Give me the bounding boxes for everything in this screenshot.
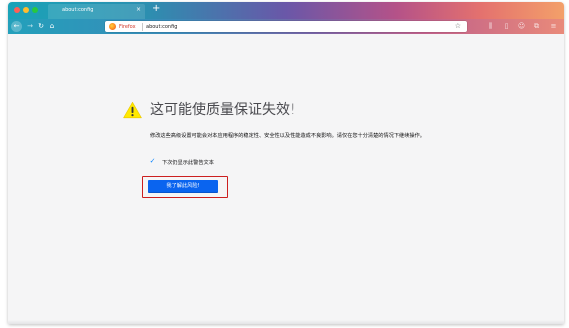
close-window-button[interactable] [14,7,20,13]
menu-icon[interactable]: ≡ [549,22,558,31]
warning-icon [123,101,142,119]
url-bar[interactable]: Firefox about:config ☆ [105,21,467,32]
forward-button[interactable]: → [26,21,34,32]
tab-title: about:config [62,7,94,13]
home-button[interactable]: ⌂ [48,21,56,32]
zoom-window-button[interactable] [32,7,38,13]
tab-close-icon[interactable]: × [136,6,141,13]
navigation-toolbar: ← → ↻ ⌂ Firefox about:config ☆ ⫼ ▯ ☺ ⧉ ≡ [8,19,564,34]
sidebar-icon[interactable]: ▯ [502,22,511,31]
show-warning-checkbox[interactable]: ✓ [149,158,156,165]
account-icon[interactable]: ☺ [517,22,526,31]
warning-description: 修改这些高级设置可能会对本应用程序的稳定性、安全性以及性能造成不良影响。请仅在您… [150,133,425,139]
bottom-edge [8,320,564,324]
url-input[interactable]: about:config [146,24,177,30]
firefox-icon [109,23,116,30]
identity-label[interactable]: Firefox [119,24,136,30]
reload-button[interactable]: ↻ [37,21,45,32]
show-warning-label[interactable]: 下次仍显示此警告文本 [162,159,214,166]
bookmark-star-icon[interactable]: ☆ [455,22,461,30]
extension-icon[interactable]: ⧉ [532,22,541,31]
library-icon[interactable]: ⫼ [486,22,495,31]
page-content: 这可能使质量保证失效! 修改这些高级设置可能会对本应用程序的稳定性、安全性以及性… [8,34,564,324]
tab-bar: about:config × + [8,2,564,19]
accept-risk-button[interactable]: 我了解此风险! [148,180,218,193]
page-title: 这可能使质量保证失效! [150,102,296,118]
url-separator [142,22,143,31]
back-button[interactable]: ← [11,21,22,32]
new-tab-button[interactable]: + [152,4,160,14]
minimize-window-button[interactable] [23,7,29,13]
tab-about-config[interactable]: about:config × [48,4,145,19]
browser-window: about:config × + ← → ↻ ⌂ Firefox about:c… [8,2,564,324]
